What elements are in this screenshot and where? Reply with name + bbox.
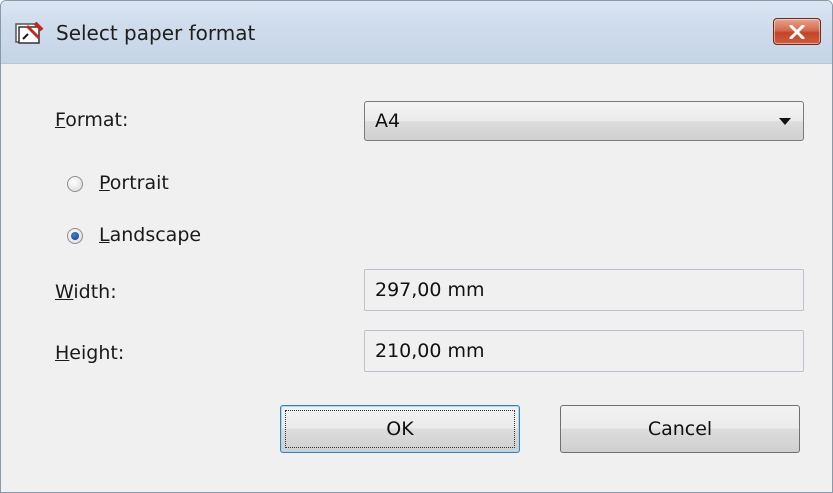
height-label: Height: bbox=[55, 342, 125, 364]
close-icon bbox=[789, 25, 805, 39]
chevron-down-icon bbox=[779, 118, 791, 125]
width-value: 297,00 mm bbox=[375, 279, 485, 301]
app-icon bbox=[13, 20, 45, 46]
portrait-label[interactable]: Portrait bbox=[99, 170, 169, 196]
format-value: A4 bbox=[375, 110, 401, 132]
dialog-window: Select paper format Format: A4 Portrait … bbox=[0, 0, 833, 493]
format-label: Format: bbox=[55, 109, 129, 131]
cancel-button-label: Cancel bbox=[647, 418, 713, 440]
cancel-button[interactable]: Cancel bbox=[560, 405, 800, 453]
height-value: 210,00 mm bbox=[375, 340, 485, 362]
title-bar[interactable]: Select paper format bbox=[1, 1, 832, 64]
landscape-label[interactable]: Landscape bbox=[99, 222, 201, 248]
window-title: Select paper format bbox=[56, 21, 256, 45]
width-label: Width: bbox=[55, 281, 117, 303]
ok-button[interactable]: OK bbox=[280, 405, 520, 453]
portrait-radio[interactable] bbox=[67, 176, 83, 192]
width-field[interactable]: 297,00 mm bbox=[364, 269, 804, 311]
format-dropdown[interactable]: A4 bbox=[364, 101, 804, 141]
landscape-radio[interactable] bbox=[67, 228, 83, 244]
ok-button-label: OK bbox=[386, 418, 414, 440]
close-button[interactable] bbox=[773, 18, 821, 45]
height-field[interactable]: 210,00 mm bbox=[364, 330, 804, 372]
